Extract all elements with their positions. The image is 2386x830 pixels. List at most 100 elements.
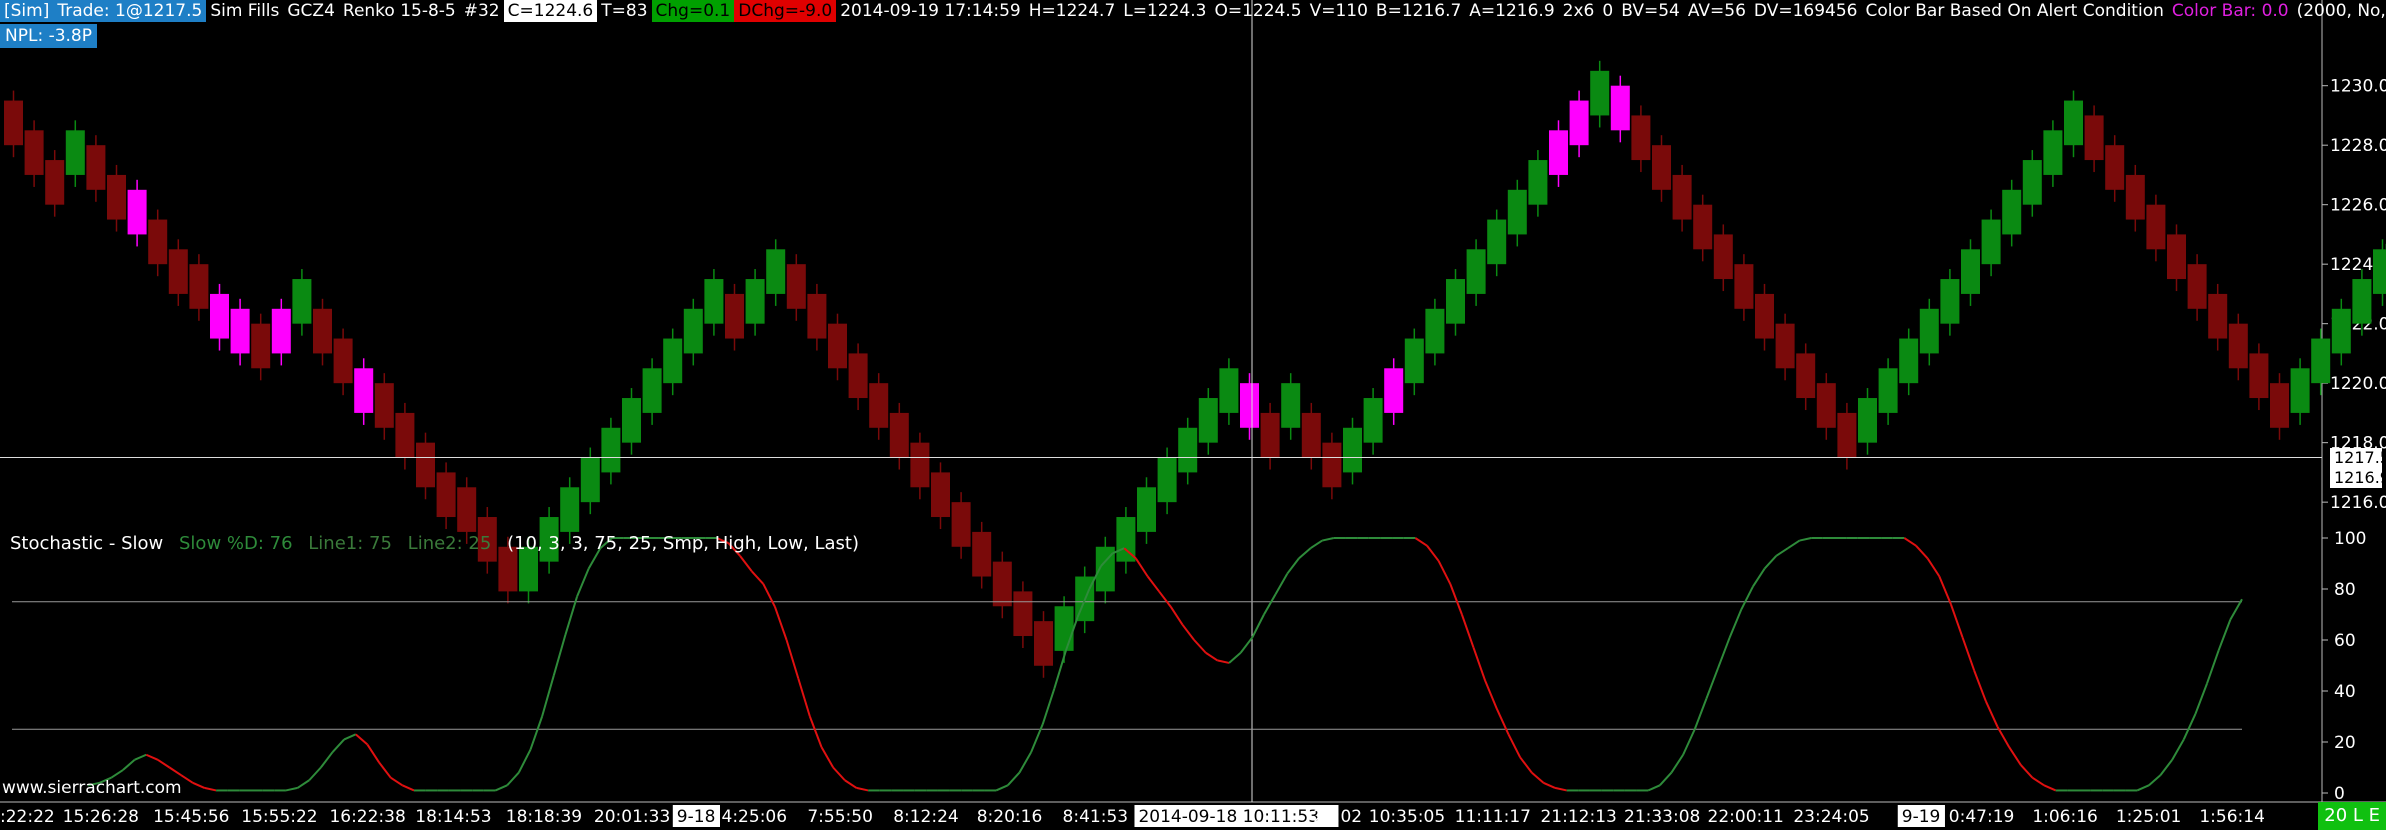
renko-brick: [251, 323, 271, 369]
x-axis-label: 7:55:50: [807, 807, 873, 827]
stochastic-line1: Line1: 75: [308, 533, 392, 554]
stoch-segment: [1996, 726, 2011, 748]
stoch-segment: [1693, 698, 1708, 730]
renko-brick: [725, 293, 744, 339]
trade-label: Trade: 1@1217.5: [53, 0, 207, 22]
close-value: C=1224.6: [503, 0, 598, 22]
npl-badge: NPL: -3.8P: [0, 24, 97, 48]
renko-brick: [2146, 204, 2166, 250]
stoch-segment: [204, 786, 217, 792]
renko-brick: [580, 457, 600, 503]
renko-brick: [1693, 204, 1713, 250]
stoch-segment: [2217, 619, 2232, 651]
renko-brick: [374, 383, 394, 428]
renko-brick: [86, 145, 106, 190]
renko-brick: [560, 487, 580, 532]
renko-brick: [1713, 234, 1733, 280]
stoch-segment: [122, 759, 136, 771]
x-axis-label: 18:14:53: [415, 807, 491, 827]
study-params: (2000, No, 1.0, 0, Hi: [2296, 1, 2386, 21]
color-bar-value: Color Bar: 0.0: [2171, 1, 2289, 21]
ask-price-tag: 1217.5: [2330, 447, 2386, 468]
stoch-segment: [844, 779, 858, 789]
stoch-segment: [541, 675, 555, 717]
renko-brick: [1569, 100, 1589, 146]
stoch-segment: [2031, 776, 2045, 787]
renko-brick: [704, 279, 724, 324]
renko-brick: [1384, 368, 1404, 413]
renko-brick: [663, 338, 683, 384]
stoch-segment: [1531, 771, 1545, 784]
x-axis-label: 8:20:16: [977, 807, 1043, 827]
renko-brick: [2270, 383, 2289, 428]
renko-brick: [1507, 189, 1527, 235]
stoch-segment: [576, 568, 590, 598]
stoch-segment: [168, 766, 182, 776]
stoch-segment: [797, 677, 811, 717]
renko-brick: [168, 249, 188, 294]
stoch-segment: [1554, 786, 1567, 792]
position-status-badge[interactable]: 20 L E: [2318, 802, 2386, 830]
stoch-segment: [495, 784, 508, 792]
renko-brick: [1281, 383, 1301, 428]
stoch-segment: [1217, 659, 1230, 664]
stoch-segment: [1030, 723, 1044, 753]
renko-brick: [2064, 100, 2083, 146]
renko-brick: [2373, 249, 2386, 294]
renko-brick: [1775, 323, 1795, 369]
renko-brick: [1157, 457, 1177, 503]
renko-brick: [2084, 115, 2104, 161]
renko-brick: [1899, 338, 1919, 384]
stoch-segment: [320, 751, 334, 769]
renko-brick: [1796, 353, 1816, 399]
symbol-label: GCZ4: [287, 1, 335, 21]
renko-brick: [1672, 174, 1692, 220]
stoch-segment: [529, 716, 544, 750]
stoch-segment: [1717, 637, 1731, 669]
stoch-tick-label: 20: [2334, 733, 2356, 753]
price-tick-label: 1228.0: [2330, 136, 2386, 156]
renko-brick: [210, 293, 229, 339]
renko-brick: [1198, 398, 1218, 443]
stoch-segment: [1484, 680, 1498, 710]
renko-brick: [848, 353, 868, 399]
stoch-tick-label: 60: [2334, 631, 2356, 651]
x-axis-label: 9-18: [677, 807, 716, 827]
chart-canvas[interactable]: 1216.01218.01220.01222.01224.01226.01228…: [0, 0, 2386, 830]
stoch-segment: [285, 786, 298, 792]
renko-brick: [1301, 412, 1321, 458]
stoch-segment: [366, 744, 380, 763]
sierrachart-url: www.sierrachart.com: [2, 778, 182, 798]
renko-brick: [333, 338, 353, 384]
stoch-segment: [1949, 603, 1964, 638]
stoch-segment: [1169, 606, 1184, 626]
stoch-segment: [1135, 557, 1149, 577]
stoch-segment: [1507, 733, 1522, 758]
renko-brick: [745, 279, 765, 324]
renko-brick: [1137, 487, 1156, 532]
stoch-segment: [2136, 784, 2150, 792]
renko-brick: [766, 249, 786, 294]
renko-brick: [1652, 145, 1671, 190]
renko-brick: [1034, 621, 1053, 666]
renko-brick: [1425, 308, 1445, 354]
x-axis-label: 22:00:11: [1708, 807, 1784, 827]
renko-brick: [2125, 174, 2145, 220]
renko-brick: [910, 442, 930, 488]
datetime-value: 2014-09-19 17:14:59: [840, 1, 1021, 21]
renko-brick: [2208, 293, 2228, 339]
stoch-segment: [331, 738, 345, 753]
renko-brick: [601, 427, 621, 473]
stoch-segment: [297, 779, 310, 789]
stoch-segment: [378, 761, 392, 779]
x-axis-label: 18:18:39: [506, 807, 582, 827]
sim-label[interactable]: [Sim]: [0, 0, 54, 22]
stoch-segment: [134, 753, 147, 761]
daily-volume-value: DV=169456: [1753, 1, 1858, 21]
renko-brick: [642, 368, 662, 413]
stochastic-line2: Line2: 25: [407, 533, 492, 554]
stoch-segment: [1495, 708, 1510, 735]
renko-brick: [1240, 383, 1259, 428]
renko-brick: [4, 100, 23, 146]
stoch-segment: [785, 639, 800, 679]
